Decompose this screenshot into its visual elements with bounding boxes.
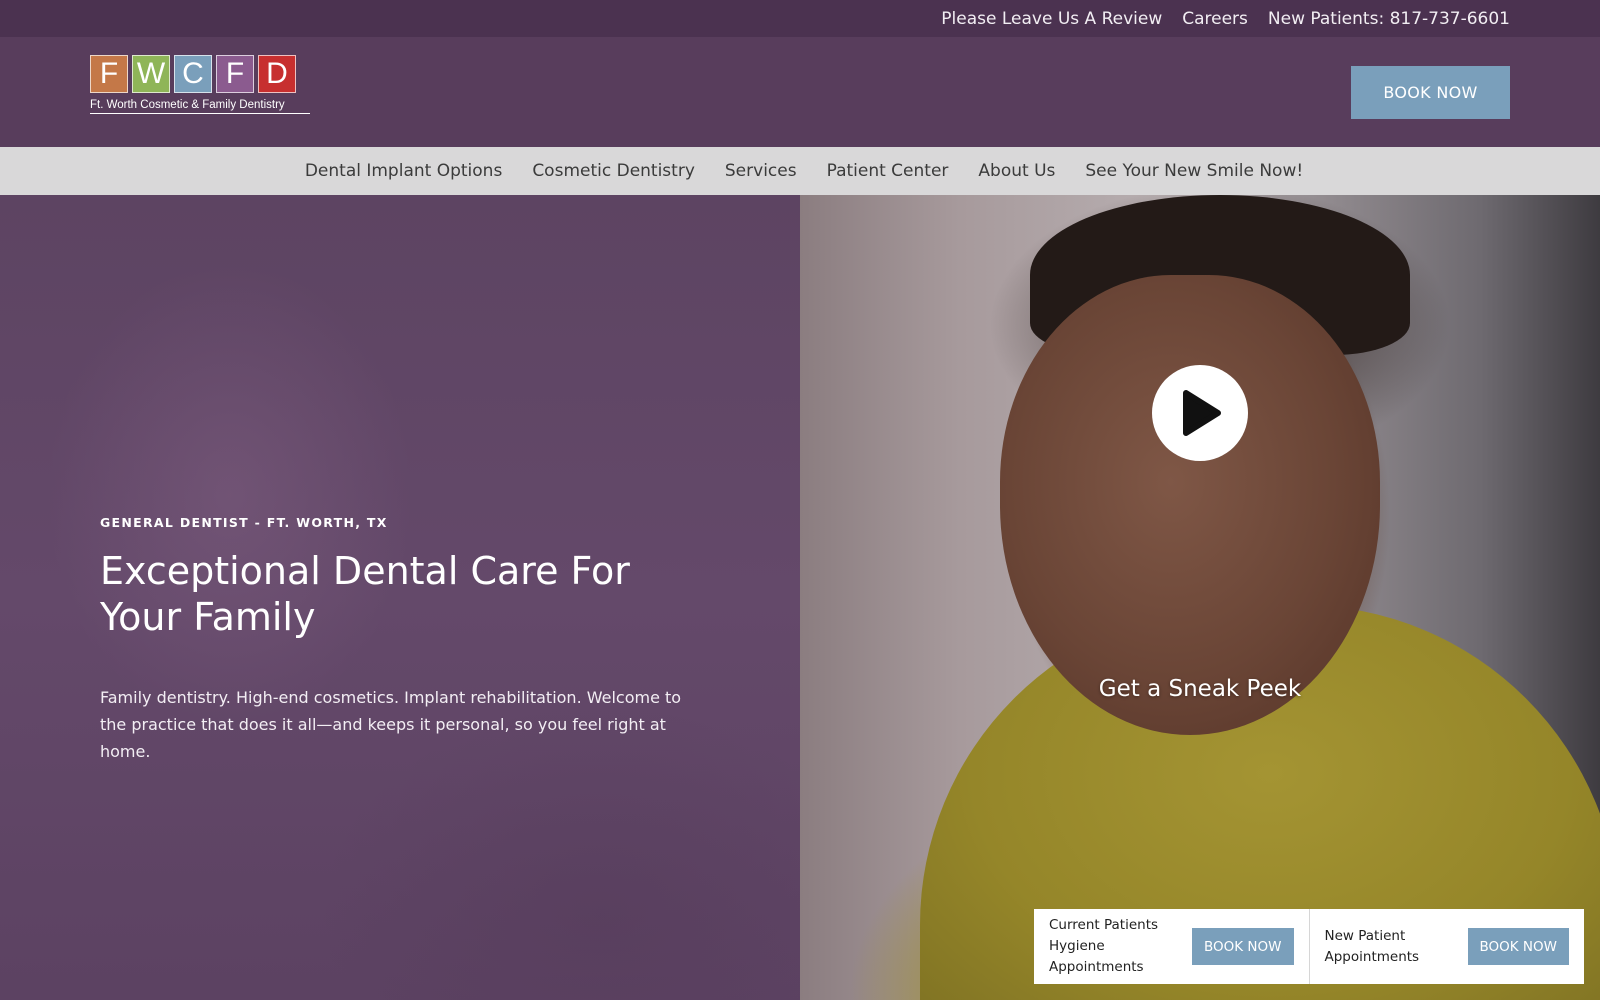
nav-item-patient-center[interactable]: Patient Center (827, 161, 949, 181)
careers-link[interactable]: Careers (1182, 9, 1248, 29)
logo-tile-f2: F (216, 55, 254, 93)
play-video-button[interactable] (1152, 365, 1248, 461)
book-now-new-patient-button[interactable]: BOOK NOW (1467, 928, 1569, 965)
logo-tile-c: C (174, 55, 212, 93)
booking-label-new-patient: New Patient Appointments (1324, 927, 1420, 965)
logo-tile-d: D (258, 55, 296, 93)
booking-panel: Current Patients Hygiene Appointments BO… (1034, 909, 1584, 984)
booking-card-new-patient: New Patient Appointments BOOK NOW (1308, 909, 1585, 984)
main-nav: Dental Implant Options Cosmetic Dentistr… (0, 147, 1600, 195)
logo-tile-f: F (90, 55, 128, 93)
logo-tiles: F W C F D (90, 55, 312, 93)
hero-description: Family dentistry. High-end cosmetics. Im… (100, 688, 682, 761)
new-patients-phone-link[interactable]: New Patients: 817-737-6601 (1268, 9, 1510, 29)
site-header: F W C F D Ft. Worth Cosmetic & Family De… (0, 37, 1600, 147)
utility-bar: Please Leave Us A Review Careers New Pat… (0, 0, 1600, 37)
book-now-button[interactable]: BOOK NOW (1351, 66, 1510, 119)
nav-item-dental-implant-options[interactable]: Dental Implant Options (305, 161, 502, 181)
hero-eyebrow: GENERAL DENTIST - FT. WORTH, TX (100, 515, 388, 530)
review-link[interactable]: Please Leave Us A Review (941, 9, 1162, 29)
logo-caption: Ft. Worth Cosmetic & Family Dentistry (90, 99, 310, 114)
video-label[interactable]: Get a Sneak Peek (1040, 676, 1360, 702)
logo[interactable]: F W C F D Ft. Worth Cosmetic & Family De… (90, 55, 312, 121)
nav-item-about-us[interactable]: About Us (978, 161, 1055, 181)
thumbnail-face-shape (1000, 275, 1380, 735)
play-icon (1183, 390, 1221, 436)
logo-tile-w: W (132, 55, 170, 93)
booking-label-current-patients: Current Patients Hygiene Appointments (1049, 917, 1159, 975)
hero-video-thumbnail[interactable] (800, 195, 1600, 1000)
hero-title: Exceptional Dental Care For Your Family (100, 549, 630, 639)
booking-card-current-patients: Current Patients Hygiene Appointments BO… (1034, 909, 1309, 984)
book-now-current-patients-button[interactable]: BOOK NOW (1192, 928, 1294, 965)
hero-text-block: GENERAL DENTIST - FT. WORTH, TX Exceptio… (100, 515, 720, 765)
hero-section: GENERAL DENTIST - FT. WORTH, TX Exceptio… (0, 195, 1600, 1000)
nav-item-see-your-new-smile[interactable]: See Your New Smile Now! (1085, 161, 1303, 181)
nav-item-services[interactable]: Services (725, 161, 797, 181)
nav-item-cosmetic-dentistry[interactable]: Cosmetic Dentistry (532, 161, 695, 181)
